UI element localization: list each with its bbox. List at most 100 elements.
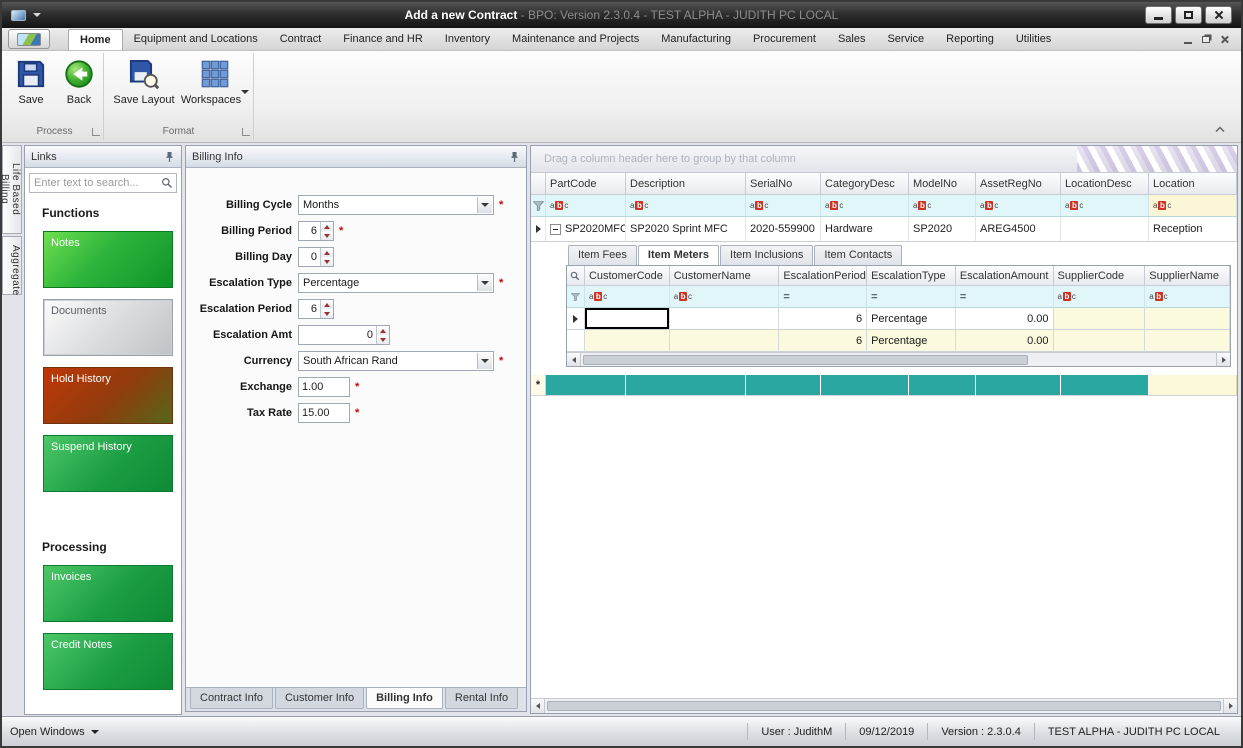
tax-rate-field[interactable] — [298, 403, 350, 423]
detail-filter-customercode[interactable]: abc — [584, 286, 670, 308]
detail-filter-customername[interactable]: abc — [669, 286, 780, 308]
escalation-period-spinner[interactable]: 6 — [298, 299, 334, 319]
save-layout-button[interactable]: Save Layout — [110, 59, 178, 106]
filter-cell-partcode[interactable]: abc — [546, 195, 626, 217]
detail-data-row[interactable]: 6 Percentage 0.00 — [567, 330, 1230, 352]
ribbon-tab-procurement[interactable]: Procurement — [742, 29, 827, 50]
detail-cell-suppliername[interactable] — [1145, 330, 1230, 352]
ribbon-tab-maintenance-and-projects[interactable]: Maintenance and Projects — [501, 29, 650, 50]
detail-filter-suppliercode[interactable]: abc — [1053, 286, 1146, 308]
dropdown-arrow-icon[interactable] — [477, 197, 492, 213]
detail-column-customercode[interactable]: CustomerCode — [584, 266, 670, 286]
back-button[interactable]: Back — [56, 59, 102, 106]
save-button[interactable]: Save — [8, 59, 54, 106]
column-header-locationdesc[interactable]: LocationDesc — [1061, 173, 1149, 195]
quick-access-dropdown-icon[interactable] — [33, 13, 41, 17]
ribbon-tab-finance-and-hr[interactable]: Finance and HR — [332, 29, 434, 50]
ribbon-collapse-button[interactable] — [1211, 121, 1229, 136]
ribbon-tab-utilities[interactable]: Utilities — [1005, 29, 1062, 50]
spin-up-icon[interactable] — [321, 222, 333, 231]
scroll-left-icon[interactable] — [531, 699, 545, 713]
open-windows-dropdown[interactable]: Open Windows — [10, 726, 99, 738]
detail-cell-customercode-selected[interactable] — [584, 308, 670, 330]
filter-cell-location[interactable]: abc — [1149, 195, 1237, 217]
ribbon-tab-contract[interactable]: Contract — [269, 29, 333, 50]
column-header-partcode[interactable]: PartCode — [546, 173, 626, 195]
billing-period-spinner[interactable]: 6 — [298, 221, 334, 241]
currency-dropdown[interactable]: South African Rand — [298, 351, 494, 371]
new-cell-description[interactable] — [626, 375, 746, 396]
detail-cell-suppliercode[interactable] — [1053, 330, 1146, 352]
workspaces-button[interactable]: Workspaces — [180, 59, 250, 106]
new-cell-serialno[interactable] — [746, 375, 821, 396]
detail-cell-escalationamount[interactable]: 0.00 — [955, 308, 1054, 330]
detail-cell-customercode[interactable] — [584, 330, 670, 352]
tab-item-meters[interactable]: Item Meters — [637, 245, 720, 265]
detail-cell-escalationperiod[interactable]: 6 — [779, 308, 868, 330]
ribbon-restore-icon[interactable] — [1202, 35, 1210, 43]
invoices-button[interactable]: Invoices — [43, 565, 173, 622]
cell-partcode[interactable]: SP2020MFC — [546, 217, 626, 242]
cell-assetregno[interactable]: AREG4500 — [976, 217, 1061, 242]
tab-contract-info[interactable]: Contract Info — [190, 688, 273, 709]
pin-icon[interactable] — [164, 151, 175, 163]
new-cell-partcode[interactable] — [546, 375, 626, 396]
maximize-button[interactable] — [1175, 6, 1202, 24]
detail-search-header[interactable] — [567, 266, 585, 286]
ribbon-tab-sales[interactable]: Sales — [827, 29, 877, 50]
detail-filter-escalationamount[interactable]: = — [955, 286, 1054, 308]
spin-up-icon[interactable] — [377, 326, 389, 335]
application-menu-button[interactable] — [8, 29, 50, 49]
filter-cell-categorydesc[interactable]: abc — [821, 195, 909, 217]
ribbon-tab-service[interactable]: Service — [876, 29, 935, 50]
detail-filter-escalationtype[interactable]: = — [867, 286, 956, 308]
detail-data-row[interactable]: 6 Percentage 0.00 — [567, 308, 1230, 330]
grid-horizontal-scrollbar[interactable] — [531, 698, 1237, 713]
cell-locationdesc[interactable] — [1061, 217, 1149, 242]
documents-button[interactable]: Documents — [43, 299, 173, 356]
detail-column-customername[interactable]: CustomerName — [669, 266, 780, 286]
spin-up-icon[interactable] — [321, 300, 333, 309]
ribbon-tab-home[interactable]: Home — [68, 29, 123, 50]
credit-notes-button[interactable]: Credit Notes — [43, 633, 173, 690]
spin-down-icon[interactable] — [377, 335, 389, 344]
tab-item-contacts[interactable]: Item Contacts — [814, 245, 903, 265]
column-header-categorydesc[interactable]: CategoryDesc — [821, 173, 909, 195]
new-cell-assetregno[interactable] — [976, 375, 1061, 396]
search-input[interactable] — [29, 173, 177, 193]
spin-down-icon[interactable] — [321, 257, 333, 266]
tab-item-inclusions[interactable]: Item Inclusions — [720, 245, 814, 265]
grid-data-row[interactable]: SP2020MFC SP2020 Sprint MFC 2020-559900 … — [531, 217, 1237, 242]
workspaces-dropdown-icon[interactable] — [241, 90, 250, 106]
ribbon-minimize-icon[interactable] — [1184, 41, 1192, 44]
cell-location[interactable]: Reception — [1149, 217, 1237, 242]
format-dialog-launcher-icon[interactable] — [242, 128, 250, 136]
collapse-detail-icon[interactable] — [550, 223, 561, 235]
scrollbar-thumb[interactable] — [583, 354, 1028, 365]
ribbon-close-icon[interactable] — [1220, 35, 1229, 44]
column-header-description[interactable]: Description — [626, 173, 746, 195]
suspend-history-button[interactable]: Suspend History — [43, 435, 173, 492]
filter-cell-assetregno[interactable]: abc — [976, 195, 1061, 217]
filter-cell-serialno[interactable]: abc — [746, 195, 821, 217]
search-icon[interactable] — [161, 177, 173, 189]
hold-history-button[interactable]: Hold History — [43, 367, 173, 424]
cell-description[interactable]: SP2020 Sprint MFC — [626, 217, 746, 242]
column-header-location[interactable]: Location — [1149, 173, 1237, 195]
detail-column-escalationamount[interactable]: EscalationAmount — [955, 266, 1054, 286]
column-header-modelno[interactable]: ModelNo — [909, 173, 976, 195]
detail-cell-suppliername[interactable] — [1145, 308, 1230, 330]
ribbon-tab-equipment-and-locations[interactable]: Equipment and Locations — [123, 29, 269, 50]
exchange-field[interactable] — [298, 377, 350, 397]
detail-column-suppliercode[interactable]: SupplierCode — [1053, 266, 1146, 286]
cell-serialno[interactable]: 2020-559900 — [746, 217, 821, 242]
quick-access-app-icon[interactable] — [11, 9, 26, 21]
pin-icon[interactable] — [509, 151, 520, 163]
detail-horizontal-scrollbar[interactable] — [567, 352, 1230, 366]
column-header-assetregno[interactable]: AssetRegNo — [976, 173, 1061, 195]
scroll-right-icon[interactable] — [1216, 353, 1230, 366]
cell-modelno[interactable]: SP2020 — [909, 217, 976, 242]
side-tab-life-based-billing[interactable]: Life Based Billing — [2, 145, 22, 234]
process-dialog-launcher-icon[interactable] — [92, 128, 100, 136]
tab-rental-info[interactable]: Rental Info — [444, 688, 519, 709]
